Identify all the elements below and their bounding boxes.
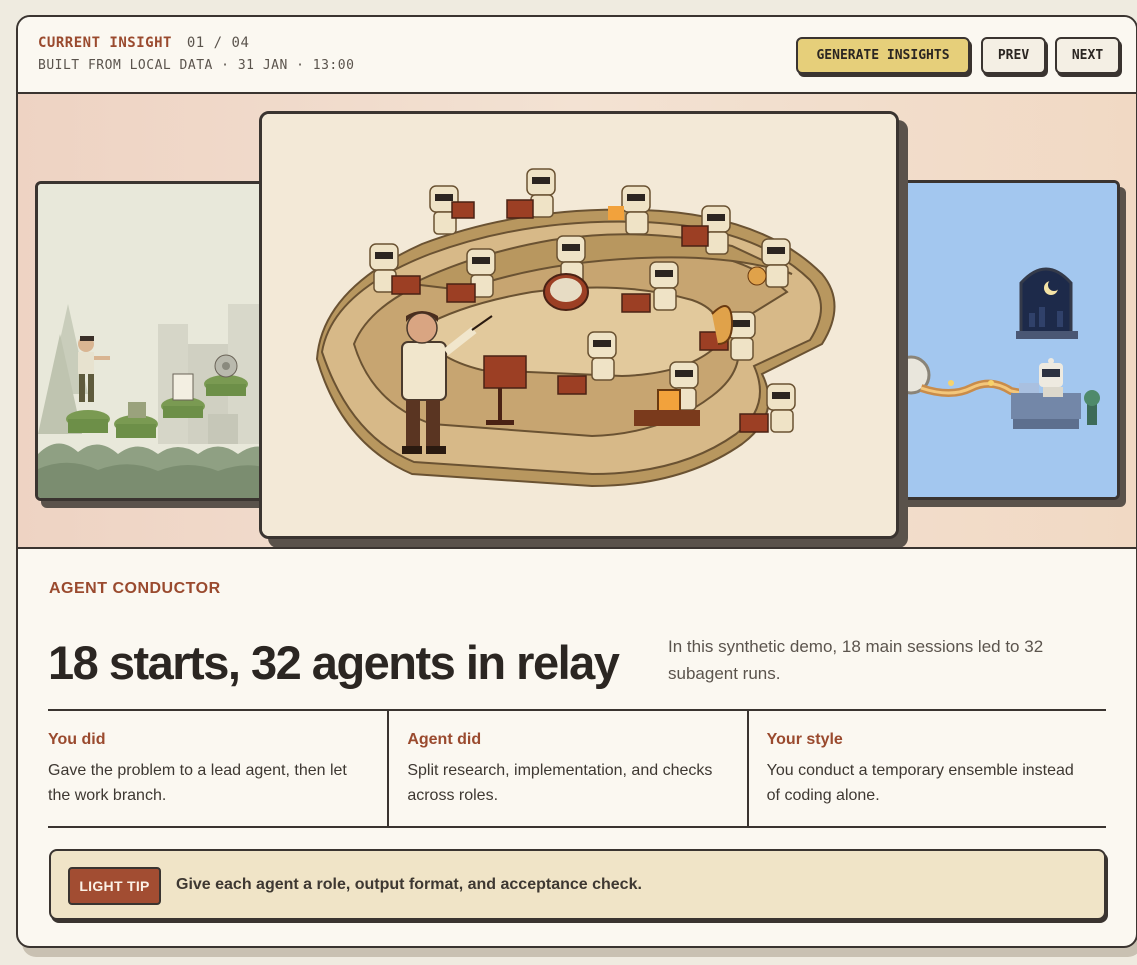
tip-text: Give each agent a role, output format, a… [176,876,642,893]
data-source-subtitle: BUILT FROM LOCAL DATA · 31 JAN · 13:00 [38,58,355,73]
carousel-prev-preview[interactable] [35,181,275,501]
next-button[interactable]: NEXT [1055,37,1120,74]
column-text: Split research, implementation, and chec… [407,762,713,804]
column-title: You did [48,731,106,748]
floating-islands-illustration [38,184,272,498]
robot-night-desk-illustration [891,183,1117,497]
insight-header: CURRENT INSIGHT 01 / 04 BUILT FROM LOCAL… [18,17,1136,94]
column-title: Agent did [407,731,482,748]
insight-kicker: CURRENT INSIGHT 01 / 04 [38,35,249,51]
column-text: Gave the problem to a lead agent, then l… [48,762,347,804]
column-title: Your style [766,731,843,748]
tip-badge: LIGHT TIP [68,867,161,905]
carousel-current-image [259,111,899,539]
column-text: You conduct a temporary ensemble instead… [766,762,1074,804]
robot-orchestra-illustration [262,114,896,536]
insight-counter: 01 / 04 [186,35,250,51]
insight-summary: In this synthetic demo, 18 main sessions… [668,637,1044,683]
you-did-column: You did Gave the problem to a lead agent… [48,711,387,826]
insight-category: AGENT CONDUCTOR [49,580,221,597]
agent-did-column: Agent did Split research, implementation… [387,711,746,826]
insight-carousel [18,94,1136,549]
insight-headline: 18 starts, 32 agents in relay [48,636,620,689]
carousel-next-preview[interactable] [888,180,1120,500]
insight-breakdown: You did Gave the problem to a lead agent… [48,709,1106,828]
kicker-label: CURRENT INSIGHT [38,35,172,51]
insight-card: CURRENT INSIGHT 01 / 04 BUILT FROM LOCAL… [16,15,1137,948]
generate-insights-button[interactable]: GENERATE INSIGHTS [796,37,970,74]
light-tip-box: LIGHT TIP Give each agent a role, output… [49,849,1106,920]
your-style-column: Your style You conduct a temporary ensem… [746,711,1106,826]
prev-button[interactable]: PREV [981,37,1046,74]
